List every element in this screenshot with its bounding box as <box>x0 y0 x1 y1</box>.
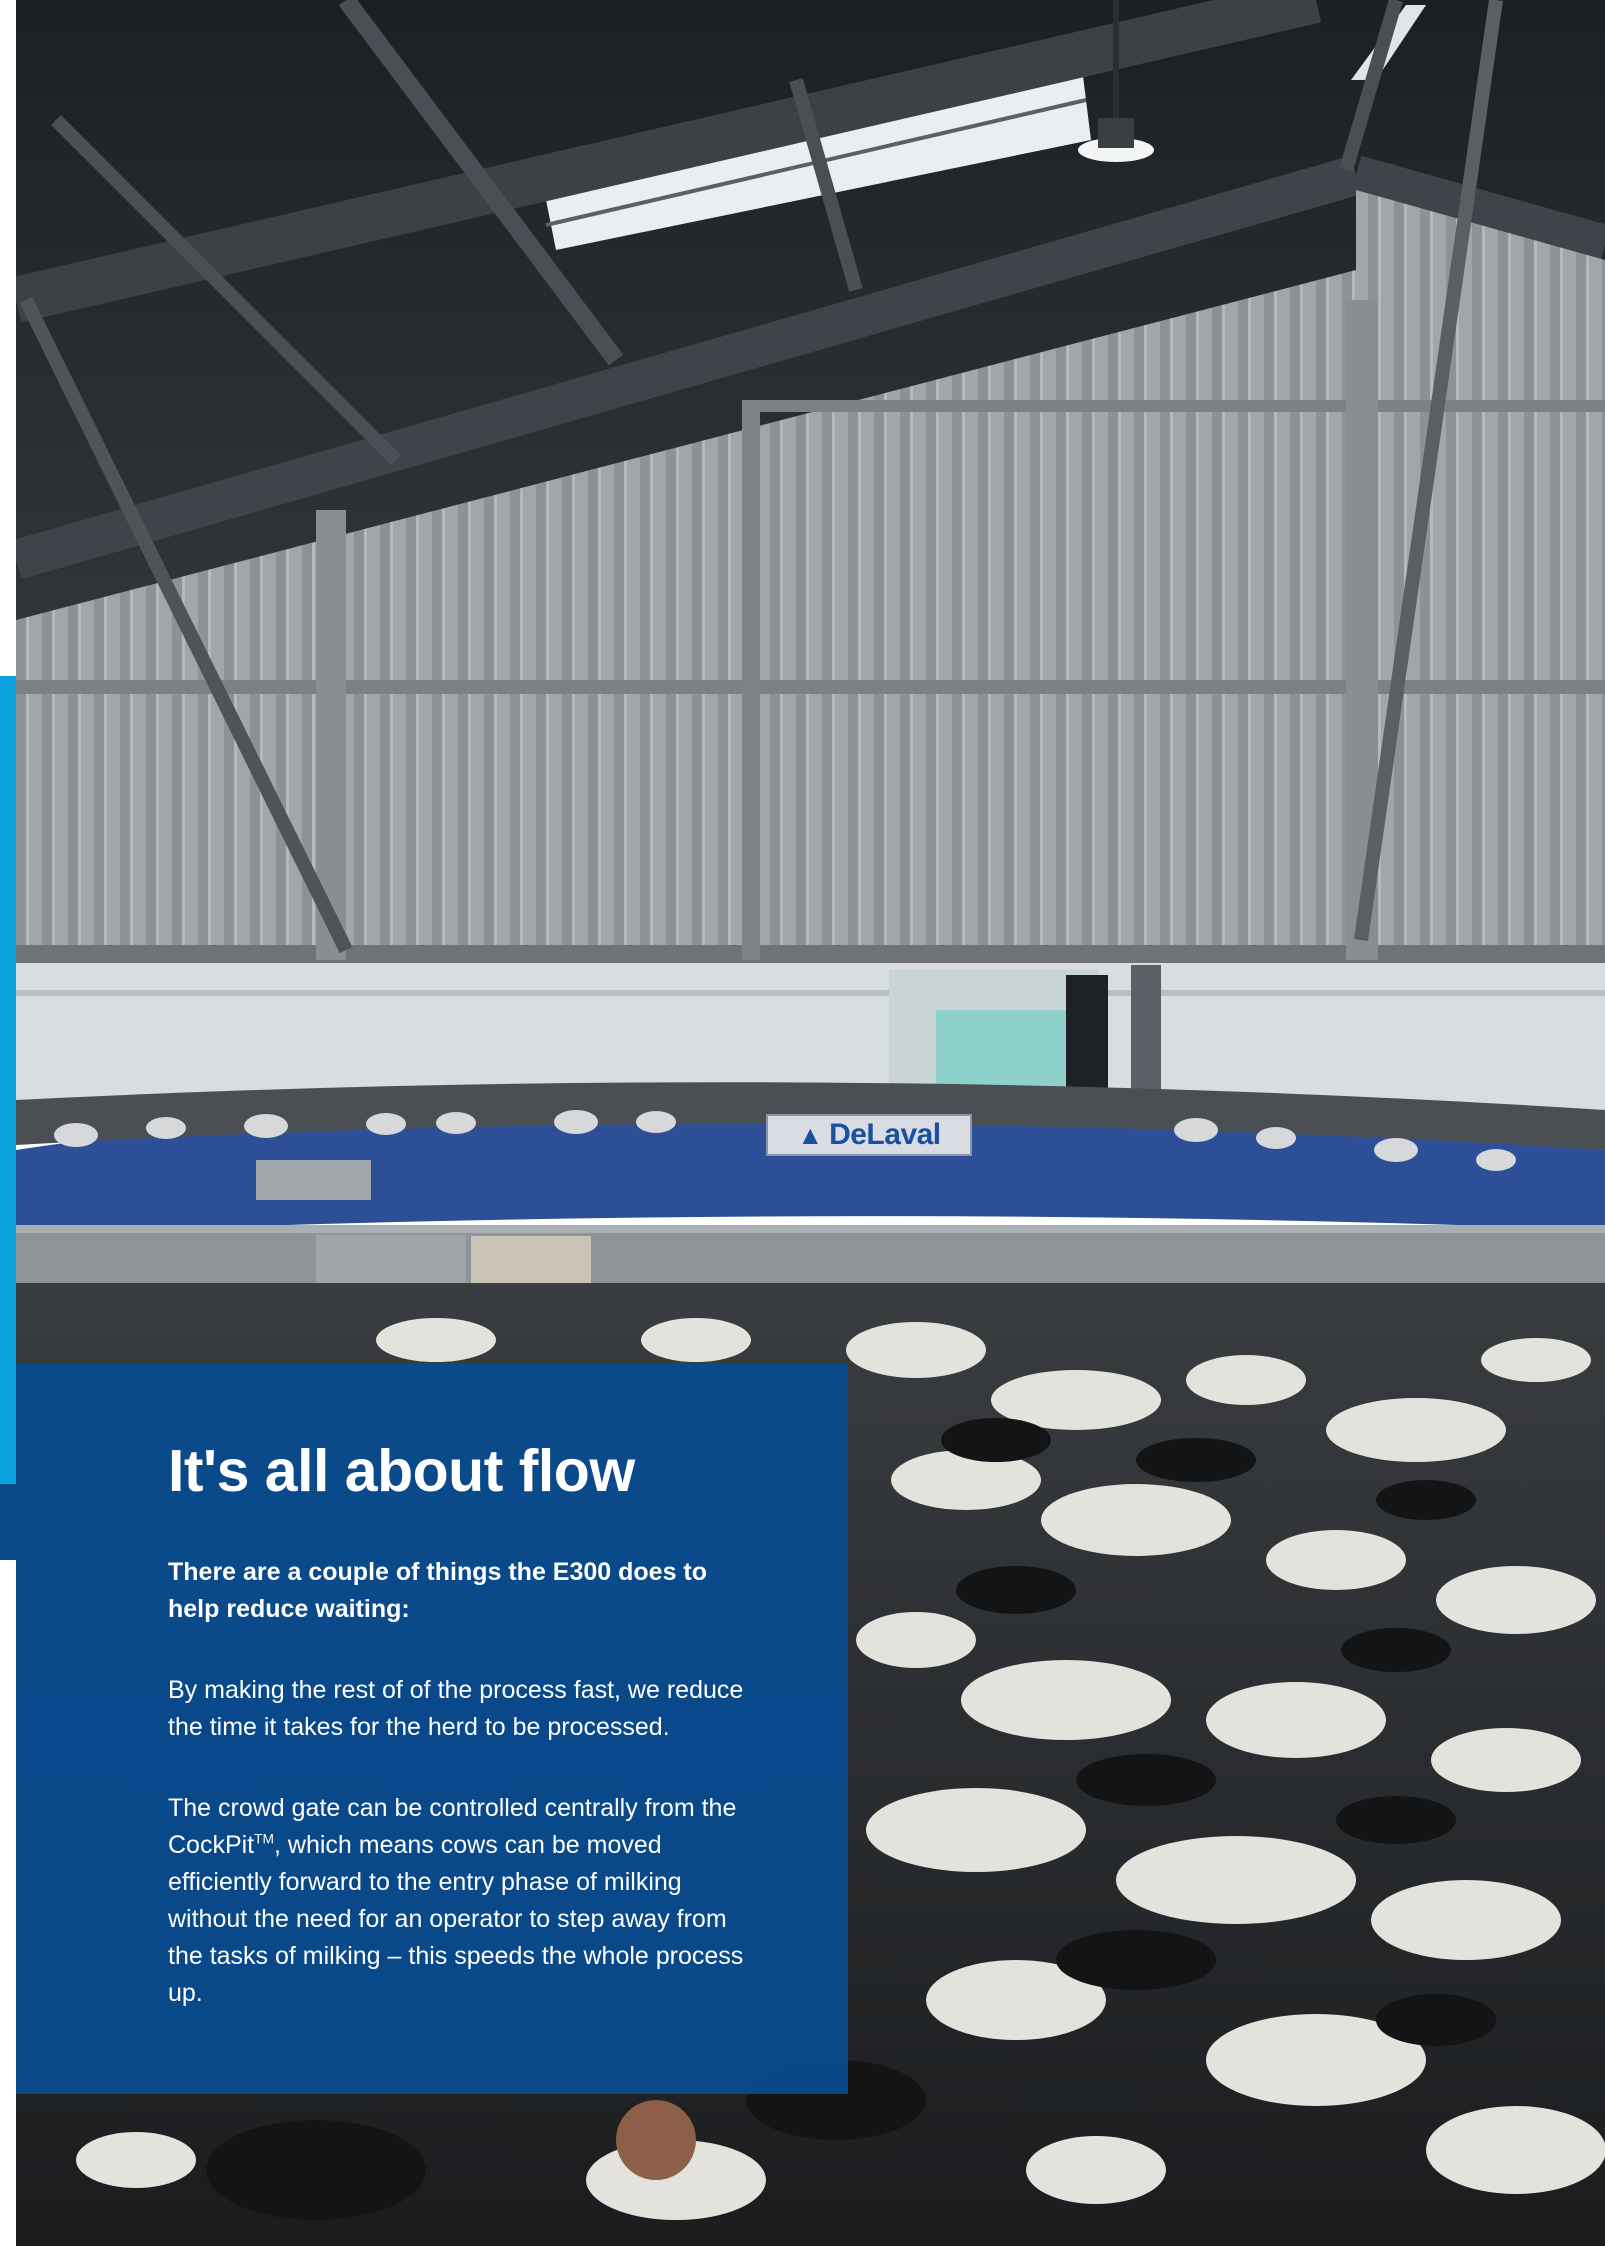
panel-lead: There are a couple of things the E300 do… <box>168 1557 708 1623</box>
panel-paragraph-2: The crowd gate can be controlled central… <box>168 1790 748 2012</box>
trademark-mark: TM <box>254 1831 274 1847</box>
paragraph-2-part-2: , which means cows can be moved efficien… <box>168 1830 744 2007</box>
accent-bar-navy <box>0 1484 16 1560</box>
brochure-page: ▲ DeLaval It's all about flow There are … <box>0 0 1605 2246</box>
text-panel: It's all about flow There are a couple o… <box>16 1363 848 2094</box>
delaval-logo-sign: ▲ DeLaval <box>766 1114 972 1156</box>
delaval-logo-icon: ▲ <box>797 1119 824 1150</box>
delaval-logo-text: DeLaval <box>829 1118 941 1151</box>
accent-bar-cyan <box>0 676 16 1484</box>
panel-heading: It's all about flow <box>168 1438 635 1504</box>
panel-paragraph-1: By making the rest of of the process fas… <box>168 1675 744 1741</box>
